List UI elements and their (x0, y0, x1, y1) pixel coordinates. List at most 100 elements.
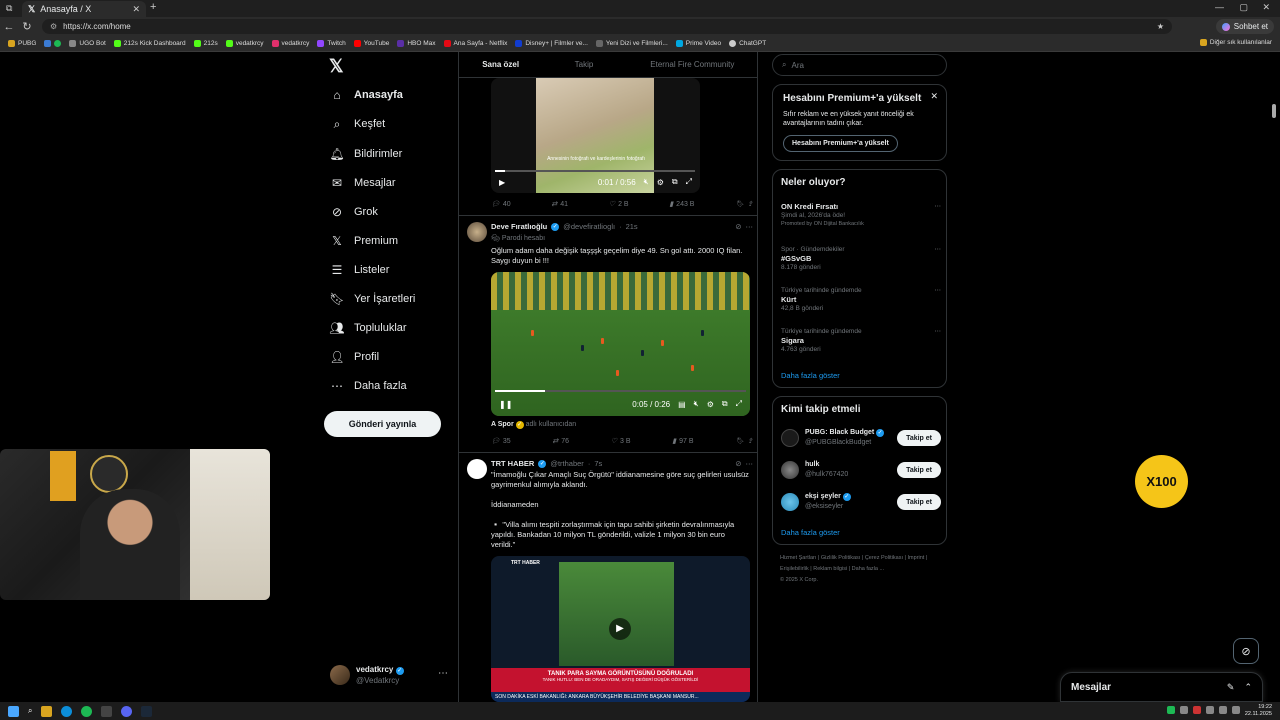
tweet-time[interactable]: 21s (626, 222, 638, 231)
trend-item[interactable]: ON Kredi Fırsatı Şimdi al, 2026'da öde! … (781, 202, 941, 229)
bookmark-icon[interactable]: 🔖︎ (735, 200, 744, 208)
other-bookmarks[interactable]: Diğer sık kullanılanlar (1199, 39, 1272, 46)
search-input[interactable]: ⌕ Ara (772, 54, 947, 76)
sidebar-item-premium[interactable]: 𝕏 Premium (330, 234, 398, 248)
share-icon[interactable]: ⇪ (747, 437, 753, 445)
messages-drawer[interactable]: Mesajlar ✎ ⌃ (1060, 672, 1263, 702)
spotify-icon[interactable] (81, 705, 93, 717)
footer-link[interactable]: Çerez Politikası (865, 555, 903, 561)
obs-icon[interactable] (101, 705, 113, 717)
bookmark-item[interactable]: 212s Kick Dashboard (113, 40, 186, 47)
x-logo-icon[interactable]: 𝕏 (329, 56, 344, 77)
sidebar-item-messages[interactable]: ✉ Mesajlar (330, 176, 396, 190)
mute-icon[interactable]: 🔇︎ (644, 177, 649, 187)
like-button[interactable]: ♡ 2 B (609, 200, 629, 209)
tray-icon[interactable] (1193, 706, 1201, 714)
more-icon[interactable]: ⋯ (935, 327, 942, 336)
follow-suggestion[interactable]: PUBG: Black Budget ✓ @PUBGBlackBudget Tak… (781, 425, 941, 451)
repost-button[interactable]: ⇄ 76 (552, 437, 569, 446)
video-player[interactable]: TRT HABER ▶ TANIK PARA SAYMA GÖRÜNTÜSÜNÜ… (491, 556, 750, 702)
tab-actions-icon[interactable]: ⧉ (6, 3, 12, 14)
search-icon[interactable]: ⌕ (28, 706, 32, 716)
bookmark-item[interactable]: Yeni Dizi ve Filmleri... (595, 40, 668, 47)
grok-icon[interactable]: ⊘ (1233, 638, 1259, 664)
back-icon[interactable]: ← (0, 21, 18, 33)
settings-icon[interactable]: ⚙ (707, 400, 714, 409)
bookmark-item[interactable]: Disney+ | Filmler ve... (515, 40, 588, 47)
views-button[interactable]: ▮ 243 B (669, 200, 694, 209)
bookmark-item[interactable]: ChatGPT (729, 40, 766, 47)
footer-link[interactable]: Erişilebilirlik (780, 566, 809, 572)
bookmark-item[interactable]: vedatkrcy (225, 40, 264, 47)
sidebar-item-home[interactable]: ⌂ Anasayfa (330, 88, 403, 102)
follow-suggestion[interactable]: ekşi şeyler ✓ @eksiseyler Takip et (781, 489, 941, 515)
follow-button[interactable]: Takip et (897, 430, 941, 446)
grok-icon[interactable]: ⊘ (735, 459, 741, 468)
footer-link[interactable]: Hizmet Şartları (780, 555, 816, 561)
bookmark-item[interactable] (44, 40, 62, 47)
sidebar-item-grok[interactable]: ⊘ Grok (330, 205, 378, 219)
mute-icon[interactable]: 🔇︎ (694, 399, 699, 409)
more-icon[interactable]: ⋯ (935, 245, 942, 254)
show-more-link[interactable]: Daha fazla göster (781, 371, 840, 380)
sidebar-item-profile[interactable]: 👤︎ Profil (329, 350, 379, 364)
repost-button[interactable]: ⇄ 41 (551, 200, 568, 209)
scrollbar[interactable] (1272, 104, 1276, 118)
pause-icon[interactable]: ❚❚ (499, 400, 512, 409)
address-bar[interactable]: ⚙ https://x.com/home ★ (42, 19, 1172, 34)
new-message-icon[interactable]: ✎ (1227, 682, 1235, 693)
more-icon[interactable]: ⋯ (746, 222, 754, 231)
close-icon[interactable]: ✕ (132, 4, 140, 15)
browser-tab[interactable]: 𝕏 Anasayfa / X ✕ (22, 1, 146, 17)
bookmark-item[interactable]: UGO Bot (69, 40, 106, 47)
play-icon[interactable]: ▶ (499, 178, 505, 187)
like-button[interactable]: ♡ 3 B (611, 437, 631, 446)
follow-suggestion[interactable]: hulk @hulk767420 Takip et (781, 457, 941, 483)
trend-item[interactable]: Türkiye tarihinde gündemde Kürt 42,8 B g… (781, 286, 941, 313)
more-icon[interactable]: ⋯ (935, 202, 942, 211)
footer-link[interactable]: Imprint (908, 555, 925, 561)
bookmark-item[interactable]: YouTube (353, 40, 389, 47)
fullscreen-icon[interactable]: ⤢ (686, 177, 692, 187)
reload-icon[interactable]: ↻ (18, 20, 36, 33)
wifi-icon[interactable] (1219, 706, 1227, 714)
author-handle[interactable]: @devefiratlioglı (563, 222, 615, 231)
captions-icon[interactable]: ▤ (678, 400, 686, 409)
avatar[interactable] (467, 459, 487, 479)
reply-button[interactable]: 💬︎ 35 (491, 437, 511, 446)
close-icon[interactable]: ✕ (930, 91, 938, 102)
copilot-chat-button[interactable]: Sohbet et (1215, 19, 1274, 34)
avatar[interactable] (467, 222, 487, 242)
file-explorer-icon[interactable] (41, 705, 53, 717)
bookmark-item[interactable]: Ana Sayfa - Netflix (443, 40, 507, 47)
clock[interactable]: 19:22 22.11.2025 (1245, 704, 1272, 718)
video-player[interactable]: ❚❚ 0:05 / 0:26 ▤ 🔇︎ ⚙ ⧉ ⤢ (491, 272, 750, 416)
share-icon[interactable]: ⇪ (747, 200, 753, 208)
footer-link[interactable]: Gizlilik Politikası (821, 555, 860, 561)
reply-button[interactable]: 💬︎ 40 (491, 200, 511, 209)
tray-icon[interactable] (1180, 706, 1188, 714)
bookmark-item[interactable]: 212s (193, 40, 218, 47)
sidebar-item-notifications[interactable]: 🔔︎ Bildirimler (329, 147, 402, 161)
page-info-icon[interactable]: ⚙ (50, 22, 57, 31)
account-switcher[interactable]: vedatkrcy ✓ @Vedatkrcy (330, 664, 404, 686)
video-source[interactable]: A Spor ✓ adlı kullanıcıdan (491, 421, 576, 429)
follow-button[interactable]: Takip et (897, 462, 941, 478)
sidebar-item-explore[interactable]: ⌕ Keşfet (330, 117, 386, 131)
more-icon[interactable]: ⋯ (935, 286, 942, 295)
post-button[interactable]: Gönderi yayınla (324, 411, 441, 437)
tab-following[interactable]: Takip (542, 52, 625, 77)
maximize-icon[interactable]: ▢ (1239, 2, 1248, 13)
premium-upgrade-button[interactable]: Hesabını Premium+'a yükselt (783, 135, 898, 152)
settings-icon[interactable]: ⚙ (657, 178, 664, 187)
tray-icon[interactable] (1206, 706, 1214, 714)
sidebar-item-more[interactable]: ⋯ Daha fazla (330, 379, 407, 393)
bookmark-item[interactable]: vedatkrcy (271, 40, 309, 47)
play-icon[interactable]: ▶ (609, 618, 631, 640)
trend-item[interactable]: Türkiye tarihinde gündemde Sigara 4.763 … (781, 327, 941, 354)
fullscreen-icon[interactable]: ⤢ (736, 399, 742, 409)
more-icon[interactable]: ⋯ (438, 668, 448, 679)
footer-link[interactable]: Daha fazla ... (852, 566, 884, 572)
steam-icon[interactable] (141, 705, 153, 717)
tray-icon[interactable] (1167, 706, 1175, 714)
